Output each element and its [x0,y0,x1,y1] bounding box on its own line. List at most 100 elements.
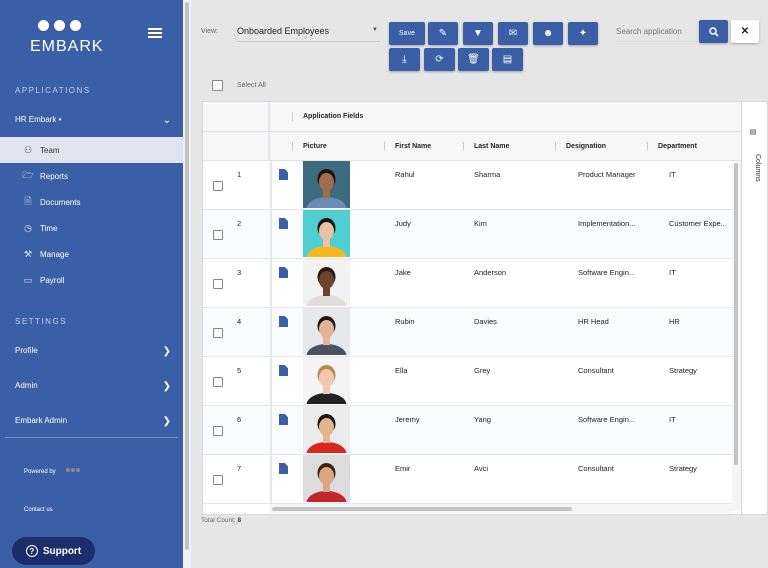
first-name: Jeremy [395,415,420,424]
group-header-row: Application Fields [203,102,741,132]
first-name: Jake [395,268,411,277]
group-header: Application Fields [303,113,364,120]
column-header[interactable]: Picture [303,132,327,160]
column-header[interactable]: First Name [395,132,431,160]
employee-photo [303,406,350,453]
group-button[interactable]: ☻ [533,22,563,45]
trash-icon: 🗑 [467,54,480,65]
horizontal-scrollbar[interactable] [270,504,732,513]
table-row[interactable]: 5 Ella Grey Consultant Strategy [203,357,732,406]
email-icon: ✉ [508,28,518,39]
row-checkbox[interactable] [213,181,223,191]
document-icon[interactable] [279,218,288,229]
sidebar-item-label: Reports [40,171,69,181]
select-all[interactable]: Select All [212,80,266,91]
refresh-icon: ⟳ [435,54,444,65]
magic-wand-button[interactable]: ✦ [568,22,598,45]
refresh-button[interactable]: ⟳ [424,48,455,71]
edit-button[interactable]: ✎ [428,22,458,45]
chevron-right-icon: ❯ [162,381,171,392]
last-name: Kim [474,219,487,228]
sidebar-item-label: Manage [40,249,69,259]
column-header[interactable]: Last Name [474,132,509,160]
search-icon [708,26,719,37]
row-checkbox[interactable] [213,230,223,240]
table-row[interactable]: 4 Rubin Davies HR Head HR [203,308,732,357]
document-icon[interactable] [279,267,288,278]
archive-icon: ▤ [502,54,513,65]
row-checkbox[interactable] [213,426,223,436]
row-checkbox[interactable] [213,279,223,289]
archive-button[interactable]: ▤ [492,48,523,71]
row-number: 5 [237,366,242,375]
hamburger-icon[interactable] [148,28,162,38]
chevron-down-icon: ⌄ [162,115,171,126]
department: Strategy [669,366,697,375]
edit-icon: ✎ [438,28,448,39]
data-grid: Application Fields Picture First Name Last… [202,101,768,515]
total-count-value: 8 [237,517,242,524]
document-icon[interactable] [279,414,288,425]
clear-search-button[interactable]: ✕ [731,20,759,43]
sidebar-item-documents[interactable]: 🗎 Documents [0,189,183,215]
table-row[interactable]: 2 Judy Kim Implementation... Customer Ex… [203,210,732,259]
app-label: HR Embark • [15,115,62,124]
settings-item[interactable]: Admin ❯ [0,381,183,393]
first-name: Judy [395,219,411,228]
app-hr-embark[interactable]: HR Embark • ⌄ [0,115,183,127]
card-icon: ▭ [23,274,33,285]
designation: Software Engin... [578,415,636,424]
table-row[interactable]: 3 Jake Anderson Software Engin... IT [203,259,732,308]
row-checkbox[interactable] [213,475,223,485]
sidebar-item-payroll[interactable]: ▭ Payroll [0,267,183,293]
chevron-right-icon: ❯ [162,346,171,357]
vertical-scrollbar[interactable] [732,161,741,511]
search-button[interactable] [699,20,728,43]
designation: Implementation... [578,219,636,228]
settings-item[interactable]: Embark Admin ❯ [0,416,183,428]
column-header[interactable]: Department [658,132,697,160]
filter-button[interactable]: ▼ [463,22,493,45]
row-checkbox[interactable] [213,377,223,387]
sidebar: EMBARK APPLICATIONS HR Embark • ⌄ ⚇ Team 🗁… [0,0,183,568]
department: IT [669,415,676,424]
search-input[interactable] [616,22,698,42]
settings-item[interactable]: Profile ❯ [0,346,183,358]
column-header[interactable]: Designation [566,132,606,160]
sidebar-scrollbar[interactable] [183,0,191,568]
save-button[interactable]: Save [389,22,425,45]
email-button[interactable]: ✉ [498,22,528,45]
table-row[interactable]: 1 Rahul Sharma Product Manager IT [203,161,732,210]
powered-logo [66,468,80,472]
sidebar-item-team[interactable]: ⚇ Team [0,137,183,163]
close-icon: ✕ [740,26,750,37]
employee-photo [303,259,350,306]
document-icon[interactable] [279,365,288,376]
designation: HR Head [578,317,609,326]
support-button[interactable]: ? Support [12,537,95,565]
table-row[interactable]: 6 Jeremy Yang Software Engin... IT [203,406,732,455]
row-checkbox[interactable] [213,328,223,338]
sidebar-item-manage[interactable]: ⚒ Manage [0,241,183,267]
document-icon[interactable] [279,463,288,474]
last-name: Yang [474,415,491,424]
folder-icon: 🗁 [22,170,34,180]
download-button[interactable]: ⤓ [389,48,420,71]
document-icon[interactable] [279,316,288,327]
document-icon[interactable] [279,169,288,180]
sidebar-item-reports[interactable]: 🗁 Reports [0,163,183,189]
sidebar-item-time[interactable]: ◷ Time [0,215,183,241]
department: Customer Expe... [669,219,727,228]
select-all-checkbox[interactable] [212,80,223,91]
trash-button[interactable]: 🗑 [458,48,489,71]
logo-text: EMBARK [30,38,104,55]
applications-title: APPLICATIONS [15,86,91,95]
table-row[interactable]: 7 Emir Avci Consultant Strategy [203,455,732,504]
columns-panel-toggle[interactable]: ▤ Columns [741,102,767,514]
contact-us-link[interactable]: Contact us [24,507,53,513]
last-name: Sharma [474,170,501,179]
support-label: Support [42,545,82,557]
last-name: Anderson [474,268,507,277]
settings-item-label: Embark Admin [15,416,68,425]
view-select[interactable]: Onboarded Employees ▼ [237,22,380,42]
